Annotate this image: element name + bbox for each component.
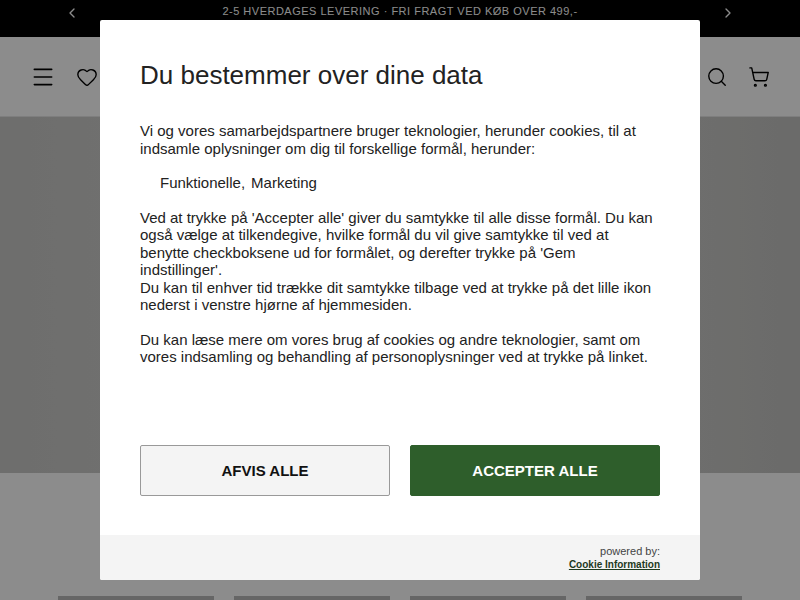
accept-all-button[interactable]: ACCEPTER ALLE xyxy=(410,445,660,496)
intro-text: Vi og vores samarbejdspartnere bruger te… xyxy=(140,122,660,157)
powered-by: powered by: xyxy=(600,545,660,558)
page: 2-5 HVERDAGES LEVERING · FRI FRAGT VED K… xyxy=(0,0,800,600)
purpose-list: Funktionelle, Marketing xyxy=(140,174,660,192)
info-text: Du kan til enhver tid trække dit samtykk… xyxy=(140,279,660,314)
purpose-item: Marketing xyxy=(251,174,317,192)
purpose-item: Funktionelle, xyxy=(160,174,245,192)
dialog-actions: AFVIS ALLE ACCEPTER ALLE xyxy=(100,405,700,535)
cookie-dialog: Du bestemmer over dine data Vi og vores s… xyxy=(100,20,700,580)
reject-all-button[interactable]: AFVIS ALLE xyxy=(140,445,390,496)
dialog-footer: powered by:Cookie Information xyxy=(100,535,700,580)
dialog-body: Du bestemmer over dine data Vi og vores s… xyxy=(100,20,700,405)
info-text: Ved at trykke på 'Accepter alle' giver d… xyxy=(140,209,660,279)
more-text: Du kan læse mere om vores brug af cookie… xyxy=(140,331,660,366)
provider-link[interactable]: Cookie Information xyxy=(569,558,660,571)
dialog-title: Du bestemmer over dine data xyxy=(140,58,660,92)
